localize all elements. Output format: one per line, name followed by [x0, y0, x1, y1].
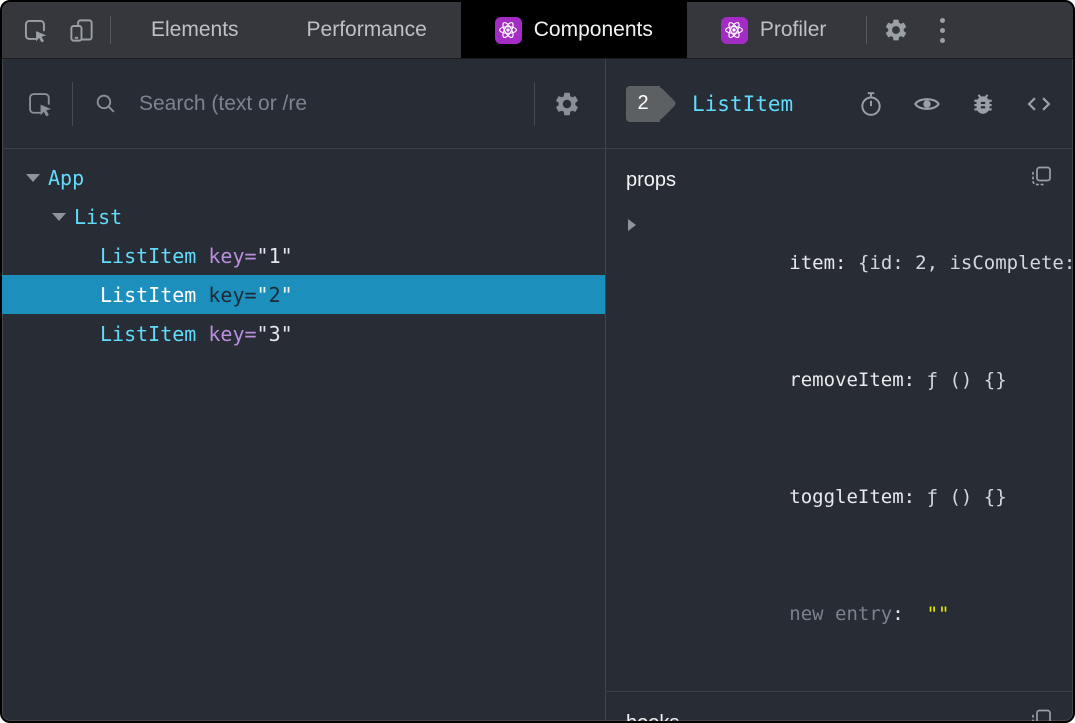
- component-name: ListItem: [100, 282, 197, 307]
- copy-props-icon[interactable]: [1029, 165, 1053, 189]
- tab-elements[interactable]: Elements: [117, 2, 273, 58]
- expand-arrow-icon[interactable]: [628, 219, 636, 231]
- tree-row-list[interactable]: List: [2, 197, 605, 236]
- prop-row-new-entry[interactable]: new entry: "": [626, 556, 1053, 673]
- quote: ": [256, 282, 269, 307]
- devtools-tab-bar: Elements Performance Components Profiler: [2, 2, 1073, 59]
- prop-name: toggleItem: [789, 486, 904, 508]
- inspect-dom-eye-icon[interactable]: [913, 90, 941, 118]
- prop-value: {id: 2, isComplete: t…: [857, 252, 1075, 274]
- log-to-console-bug-icon[interactable]: [970, 91, 996, 117]
- prop-row-toggleitem[interactable]: toggleItem: ƒ () {}: [626, 439, 1053, 556]
- react-logo-icon: [494, 16, 522, 44]
- new-entry-value: "": [926, 603, 950, 625]
- key-value: "1": [256, 243, 293, 268]
- key-attribute: key=: [208, 243, 257, 268]
- key-badge: 2: [626, 85, 660, 122]
- key-value: 2: [268, 282, 281, 307]
- component-tree: App List ListItem key= "1" ListItem key= "…: [2, 149, 605, 353]
- selected-component-title: ListItem: [692, 91, 794, 116]
- devtools-window: Elements Performance Components Profiler…: [0, 0, 1075, 723]
- prop-row-removeitem[interactable]: removeItem: ƒ () {}: [626, 322, 1053, 439]
- react-logo-icon: [720, 16, 748, 44]
- tab-label: Profiler: [759, 18, 827, 41]
- suspense-timer-icon[interactable]: [858, 91, 884, 117]
- new-entry-name: new entry: [789, 603, 893, 625]
- key-value: "3": [256, 321, 293, 346]
- hooks-section: hooks Callback(handleDelete): ƒ () {} Ca…: [606, 692, 1073, 723]
- search-icon: [87, 91, 123, 116]
- prop-name: removeItem: [789, 369, 904, 391]
- tree-row-listitem-1[interactable]: ListItem key= "1": [2, 236, 605, 275]
- topbar-separator: [110, 16, 111, 44]
- component-name: ListItem: [100, 243, 197, 268]
- component-name: App: [48, 165, 85, 190]
- key-attribute: key=: [208, 282, 257, 307]
- props-section: props item: {id: 2, isComplete: t… remov…: [606, 149, 1073, 692]
- prop-row-item[interactable]: item: {id: 2, isComplete: t…: [626, 205, 1073, 322]
- prop-value: ƒ () {}: [926, 369, 1007, 391]
- components-panel: App List ListItem key="1" ListItem key="…: [2, 59, 1073, 721]
- tab-performance[interactable]: Performance: [273, 2, 461, 58]
- tree-row-listitem-2-selected[interactable]: ListItem key= " 2 ": [2, 275, 605, 314]
- component-name: ListItem: [100, 321, 197, 346]
- key-attribute: key=: [208, 321, 257, 346]
- tree-toolbar: [2, 59, 605, 149]
- toolbar-separator: [72, 81, 73, 126]
- view-source-icon[interactable]: [1025, 90, 1053, 118]
- prop-name: item: [789, 252, 836, 274]
- inspector-header: 2 ListItem: [606, 59, 1073, 149]
- tab-label: Performance: [306, 18, 427, 41]
- tab-label: Elements: [151, 18, 239, 41]
- tab-label: Components: [533, 18, 653, 41]
- tree-panel: App List ListItem key="1" ListItem key="…: [2, 59, 606, 721]
- tree-row-listitem-3[interactable]: ListItem key= "3": [2, 314, 605, 353]
- select-element-icon[interactable]: [22, 90, 58, 118]
- inspector-panel: 2 ListItem props item: {id: 2, isComplet…: [606, 59, 1073, 721]
- props-section-title: props: [626, 169, 677, 191]
- expand-arrow-icon[interactable]: [52, 213, 66, 221]
- device-toolbar-icon[interactable]: [58, 2, 104, 58]
- expand-arrow-icon[interactable]: [26, 174, 40, 182]
- copy-hooks-icon[interactable]: [1029, 708, 1053, 721]
- devtools-settings-icon[interactable]: [873, 2, 919, 58]
- tree-row-app[interactable]: App: [2, 158, 605, 197]
- tab-profiler[interactable]: Profiler: [687, 2, 861, 58]
- search-input[interactable]: [139, 91, 520, 116]
- search-bar: [87, 91, 520, 116]
- inspect-element-icon[interactable]: [12, 2, 58, 58]
- inspector-actions: [858, 90, 1053, 118]
- tab-components[interactable]: Components: [460, 2, 687, 58]
- view-settings-icon[interactable]: [549, 90, 585, 118]
- topbar-separator: [866, 16, 868, 44]
- more-options-icon[interactable]: [919, 2, 965, 58]
- component-name: List: [74, 204, 123, 229]
- toolbar-separator: [534, 81, 535, 126]
- props-rows: item: {id: 2, isComplete: t… removeItem:…: [626, 205, 1073, 673]
- prop-value: ƒ () {}: [926, 486, 1007, 508]
- quote: ": [280, 282, 293, 307]
- hooks-section-title: hooks: [626, 712, 680, 723]
